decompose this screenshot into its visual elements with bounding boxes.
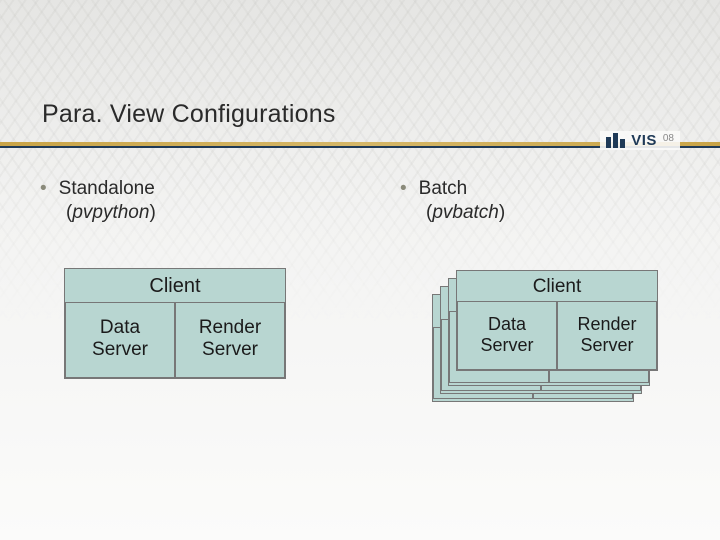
data-server-label: DataServer [457, 301, 557, 370]
batch-diagram: Client DataServer RenderServer [432, 264, 654, 414]
right-tool-name: pvbatch [432, 202, 499, 223]
left-column: • Standalone (pvpython) [0, 178, 360, 224]
logo-mark-icon [606, 133, 625, 148]
client-label: Client [65, 269, 285, 302]
data-server-label: DataServer [65, 302, 175, 378]
render-server-label: RenderServer [557, 301, 657, 370]
left-subline: (pvpython) [40, 202, 360, 224]
server-row: DataServer RenderServer [457, 301, 657, 370]
client-label: Client [457, 271, 657, 301]
right-bullet: • Batch [400, 178, 720, 200]
right-bullet-label: Batch [419, 178, 468, 200]
right-subline: (pvbatch) [400, 202, 720, 224]
bullet-dot-icon: • [40, 178, 47, 200]
left-bullet: • Standalone [40, 178, 360, 200]
left-tool-name: pvpython [72, 202, 149, 223]
left-bullet-label: Standalone [59, 178, 155, 200]
standalone-diagram: Client DataServer RenderServer [64, 268, 286, 379]
server-row: DataServer RenderServer [65, 302, 285, 378]
diagram-area: Client DataServer RenderServer Client Da… [0, 268, 720, 448]
batch-card-front: Client DataServer RenderServer [456, 270, 658, 371]
standalone-outer: Client DataServer RenderServer [64, 268, 286, 379]
logo-suffix: 08 [663, 133, 674, 144]
right-column: • Batch (pvbatch) [360, 178, 720, 224]
logo-text: VIS [631, 132, 657, 149]
content-columns: • Standalone (pvpython) • Batch (pvbatch… [0, 178, 720, 224]
slide-title: Para. View Configurations [42, 100, 336, 129]
bullet-dot-icon: • [400, 178, 407, 200]
vis08-logo: VIS 08 [600, 131, 680, 150]
render-server-label: RenderServer [175, 302, 285, 378]
